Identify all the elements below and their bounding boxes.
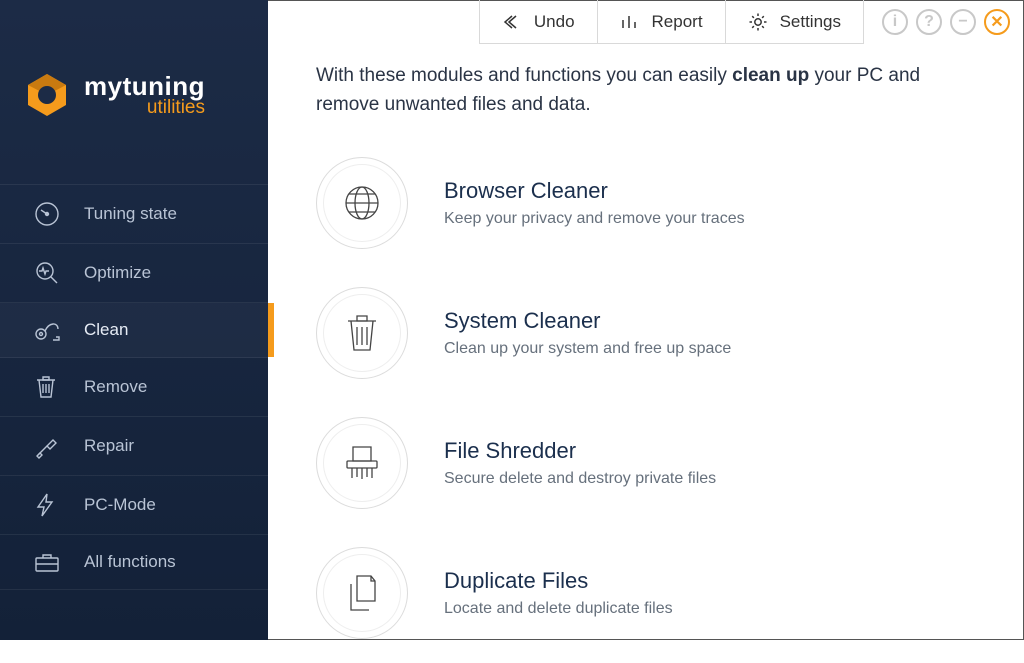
main-panel: With these modules and functions you can… [268,44,1024,640]
report-icon [620,13,640,31]
logo-icon [24,72,70,118]
info-icon: i [893,13,897,31]
sidebar-item-label: Clean [84,320,128,340]
sidebar-item-clean[interactable]: Clean [0,303,268,358]
help-icon: ? [924,13,934,31]
duplicate-icon [316,547,408,639]
sidebar-item-label: PC-Mode [84,495,156,515]
toolbox-icon [34,551,62,573]
sidebar-item-repair[interactable]: Repair [0,417,268,476]
minimize-icon: − [958,13,967,31]
module-system-cleaner[interactable]: System Cleaner Clean up your system and … [316,273,984,403]
info-button[interactable]: i [882,9,908,35]
close-icon: ✕ [990,12,1003,32]
sidebar-item-label: Optimize [84,263,151,283]
sidebar-item-label: Repair [84,436,134,456]
sidebar-item-label: Remove [84,377,147,397]
settings-button[interactable]: Settings [726,0,863,43]
gauge-icon [34,201,62,227]
magnifier-pulse-icon [34,260,62,286]
module-title: Browser Cleaner [444,178,745,204]
module-title: System Cleaner [444,308,731,334]
report-button[interactable]: Report [598,0,726,43]
top-toolbar: Undo Report Settings i ? − ✕ [268,0,1024,44]
report-label: Report [652,12,703,32]
sidebar-item-optimize[interactable]: Optimize [0,244,268,303]
module-title: Duplicate Files [444,568,673,594]
module-desc: Secure delete and destroy private files [444,470,716,488]
gear-icon [748,12,768,32]
app-logo: mytuning utilities [0,0,268,150]
sidebar-item-label: Tuning state [84,204,177,224]
undo-icon [502,14,522,30]
module-desc: Locate and delete duplicate files [444,600,673,618]
undo-button[interactable]: Undo [480,0,598,43]
sidebar-item-label: All functions [84,552,176,572]
sidebar: mytuning utilities Tuning state Optimize… [0,0,268,640]
screwdriver-icon [34,433,62,459]
module-title: File Shredder [444,438,716,464]
module-file-shredder[interactable]: File Shredder Secure delete and destroy … [316,403,984,533]
minimize-button[interactable]: − [950,9,976,35]
trash-icon [316,287,408,379]
sidebar-item-all-functions[interactable]: All functions [0,535,268,590]
sidebar-menu: Tuning state Optimize Clean Remove Repai [0,184,268,590]
vacuum-icon [34,319,62,341]
shredder-icon [316,417,408,509]
module-browser-cleaner[interactable]: Browser Cleaner Keep your privacy and re… [316,147,984,273]
globe-icon [316,157,408,249]
settings-label: Settings [780,12,841,32]
sidebar-item-remove[interactable]: Remove [0,358,268,417]
module-desc: Keep your privacy and remove your traces [444,210,745,228]
sidebar-item-tuning-state[interactable]: Tuning state [0,184,268,244]
help-button[interactable]: ? [916,9,942,35]
undo-label: Undo [534,12,575,32]
module-duplicate-files[interactable]: Duplicate Files Locate and delete duplic… [316,533,984,663]
trash-icon [34,374,62,400]
module-desc: Clean up your system and free up space [444,340,731,358]
logo-title: mytuning [84,73,205,99]
bolt-icon [34,492,62,518]
close-button[interactable]: ✕ [984,9,1010,35]
sidebar-item-pc-mode[interactable]: PC-Mode [0,476,268,535]
intro-text: With these modules and functions you can… [316,62,984,119]
